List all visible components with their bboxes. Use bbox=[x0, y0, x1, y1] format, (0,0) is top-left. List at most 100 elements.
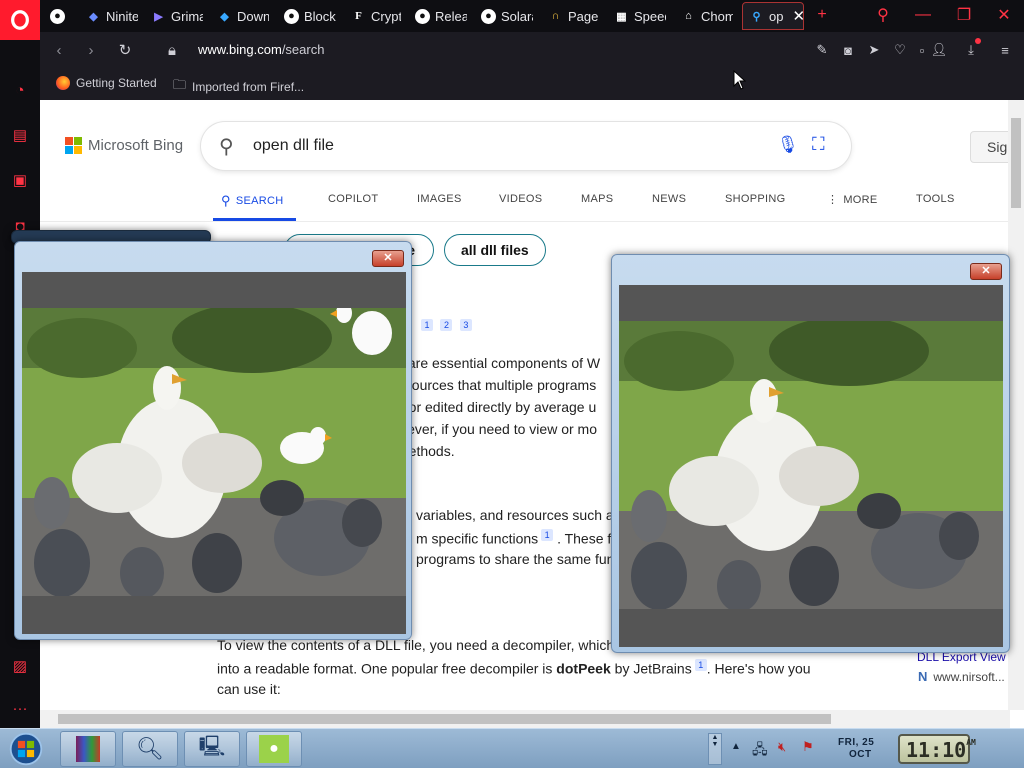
tab-shopping[interactable]: SHOPPING bbox=[725, 193, 785, 205]
download-icon: ◆ bbox=[220, 10, 229, 23]
taskbar-goose[interactable]: ● bbox=[246, 731, 302, 767]
twitch-icon[interactable]: ▣ bbox=[10, 170, 30, 190]
tray-date-month[interactable]: OCT bbox=[849, 749, 872, 760]
bookmark-imported-folder[interactable]: 🗀 Imported from Firef... bbox=[173, 76, 304, 98]
horizontal-scrollbar[interactable] bbox=[40, 710, 1010, 728]
tab-copilot[interactable]: COPILOT bbox=[328, 193, 378, 205]
search-tabs-icon[interactable]: ⚲ bbox=[864, 0, 902, 30]
tab-active-search[interactable]: ⚲ op ✕ bbox=[742, 2, 804, 30]
taskbar-network-admin[interactable]: 🖳 bbox=[184, 731, 240, 767]
video-image bbox=[619, 321, 1003, 609]
url-field[interactable]: www.bing.com/search bbox=[198, 42, 324, 57]
taskbar-magnifier[interactable]: 🔍︎ bbox=[122, 731, 178, 767]
winrar-icon bbox=[76, 736, 100, 762]
network-icon[interactable]: 🖧 bbox=[752, 739, 768, 763]
citation-1[interactable]: 1 bbox=[694, 659, 707, 671]
minimize-button[interactable]: — bbox=[904, 0, 942, 30]
tab-maps[interactable]: MAPS bbox=[581, 193, 613, 205]
related-chip-all-dll-files[interactable]: all dll files bbox=[444, 234, 546, 266]
tab-more[interactable]: ⋮ MORE bbox=[827, 193, 878, 207]
maximize-button[interactable]: ❐ bbox=[945, 0, 983, 30]
briefcase-icon[interactable]: ▤ bbox=[10, 125, 30, 145]
profile-icon[interactable]: 👤︎ bbox=[930, 41, 948, 59]
close-video-button[interactable]: ✕ bbox=[970, 263, 1002, 280]
tab-github[interactable]: ●Releas bbox=[415, 2, 467, 30]
close-video-button[interactable]: ✕ bbox=[372, 250, 404, 267]
magnifier-icon: 🔍︎ bbox=[136, 736, 164, 761]
citation-3[interactable]: 3 bbox=[459, 319, 472, 331]
taskbar-winrar[interactable] bbox=[60, 731, 116, 767]
vertical-scrollbar[interactable] bbox=[1008, 100, 1024, 710]
tab-download[interactable]: ◆ Down bbox=[217, 2, 269, 30]
opera-menu-button[interactable] bbox=[0, 0, 40, 40]
citation-1[interactable]: 1 bbox=[421, 319, 433, 331]
taskbar-scroll-buttons[interactable]: ▲ ▼ bbox=[708, 733, 722, 765]
volume-muted-icon[interactable]: 🔇︎ bbox=[778, 739, 786, 755]
tab-speed[interactable]: ▦Speed bbox=[614, 2, 666, 30]
reload-icon[interactable]: ↻ bbox=[116, 41, 134, 59]
headphones-icon: ∩ bbox=[551, 10, 560, 22]
tab-solara[interactable]: ●Solara bbox=[481, 2, 533, 30]
tab-search[interactable]: ⚲ SEARCH bbox=[221, 193, 283, 209]
start-button[interactable] bbox=[4, 731, 48, 767]
back-icon[interactable]: ‹ bbox=[50, 41, 68, 59]
microphone-icon[interactable]: 🎙︎ bbox=[777, 135, 799, 155]
tab-globe[interactable]: ● bbox=[50, 2, 70, 30]
answer-line: esources that multiple programs bbox=[397, 377, 597, 393]
goose-app-icon: ● bbox=[259, 735, 289, 763]
bookmarks-bar: Getting Started 🗀 Imported from Firef... bbox=[40, 68, 1024, 100]
search-input[interactable]: open dll file bbox=[253, 137, 334, 155]
gallery-icon[interactable]: ▨ bbox=[10, 656, 30, 676]
wallet-icon[interactable]: ▫ bbox=[913, 41, 931, 59]
video-window-left[interactable]: ✕ bbox=[14, 241, 412, 640]
speed-dial-icon[interactable]: ◔ bbox=[10, 80, 30, 100]
tab-videos[interactable]: VIDEOS bbox=[499, 193, 542, 205]
tab-images[interactable]: IMAGES bbox=[417, 193, 462, 205]
tab-blockr[interactable]: ●Blockr bbox=[284, 2, 336, 30]
visual-search-icon[interactable]: ⛶ bbox=[812, 134, 825, 155]
windows-logo-icon bbox=[9, 732, 43, 766]
nav-divider bbox=[40, 221, 1010, 222]
answer-line: variables, and resources such a bbox=[416, 507, 614, 523]
new-tab-button[interactable]: + bbox=[803, 0, 841, 30]
tab-chom[interactable]: ⌂ Chom bbox=[681, 2, 733, 30]
tab-page[interactable]: ∩ Page bbox=[548, 2, 600, 30]
video-image bbox=[22, 308, 406, 596]
menu-icon[interactable]: ≡ bbox=[996, 41, 1014, 59]
edit-icon[interactable]: ✎ bbox=[813, 41, 831, 59]
related-link-url[interactable]: N www.nirsoft... bbox=[918, 669, 1005, 684]
downloads-icon[interactable]: ⤓ bbox=[962, 38, 981, 59]
action-center-icon[interactable]: ⚑ bbox=[802, 739, 814, 755]
camera-icon[interactable]: ◙ bbox=[839, 41, 857, 59]
tab-ninite[interactable]: ◆ Ninite bbox=[86, 2, 138, 30]
tab-bar: ● ◆Ninite ▶Grima ◆Down ●Blockr FCrypt ●R… bbox=[0, 0, 1024, 40]
tray-date-day[interactable]: FRI, 25 bbox=[838, 737, 874, 748]
tab-tools[interactable]: TOOLS bbox=[916, 193, 955, 205]
heart-icon[interactable]: ♡ bbox=[891, 41, 909, 59]
tray-clock[interactable]: 11:10AM bbox=[898, 734, 976, 764]
search-icon: ⚲ bbox=[752, 10, 761, 23]
answer-line: programs to share the same func bbox=[416, 551, 622, 567]
lock-icon: 🔒︎ bbox=[168, 41, 176, 59]
bookmark-getting-started[interactable]: Getting Started bbox=[56, 76, 157, 90]
scrollbar-thumb[interactable] bbox=[58, 714, 831, 724]
send-icon[interactable]: ➤ bbox=[865, 41, 883, 59]
tab-grimace[interactable]: ▶ Grima bbox=[151, 2, 203, 30]
citation-1[interactable]: 1 bbox=[541, 529, 554, 541]
video-window-right[interactable]: ✕ bbox=[611, 254, 1010, 653]
opera-logo-icon bbox=[11, 10, 29, 30]
answer-line: m specific functions 1 . These fi bbox=[416, 529, 615, 547]
search-box[interactable]: ⚲ open dll file 🎙︎ ⛶ bbox=[201, 122, 851, 170]
tab-crypto[interactable]: F Crypt bbox=[351, 2, 401, 30]
tab-news[interactable]: NEWS bbox=[652, 193, 686, 205]
address-bar: ‹ › ↻ 🔒︎ www.bing.com/search ✎ ◙ ➤ ♡ ▫ 👤… bbox=[40, 32, 1024, 68]
network-admin-icon: 🖳 bbox=[198, 736, 226, 758]
close-window-button[interactable]: ✕ bbox=[985, 0, 1023, 30]
show-hidden-icons[interactable]: ▲ bbox=[731, 741, 741, 752]
scrollbar-thumb[interactable] bbox=[1011, 118, 1021, 208]
forward-icon[interactable]: › bbox=[82, 41, 100, 59]
citation-2[interactable]: 2 bbox=[440, 319, 453, 331]
more-icon[interactable]: ··· bbox=[10, 698, 30, 718]
bing-logo[interactable]: Microsoft Bing bbox=[65, 137, 183, 154]
citation-list: 1 2 3 bbox=[418, 319, 472, 339]
